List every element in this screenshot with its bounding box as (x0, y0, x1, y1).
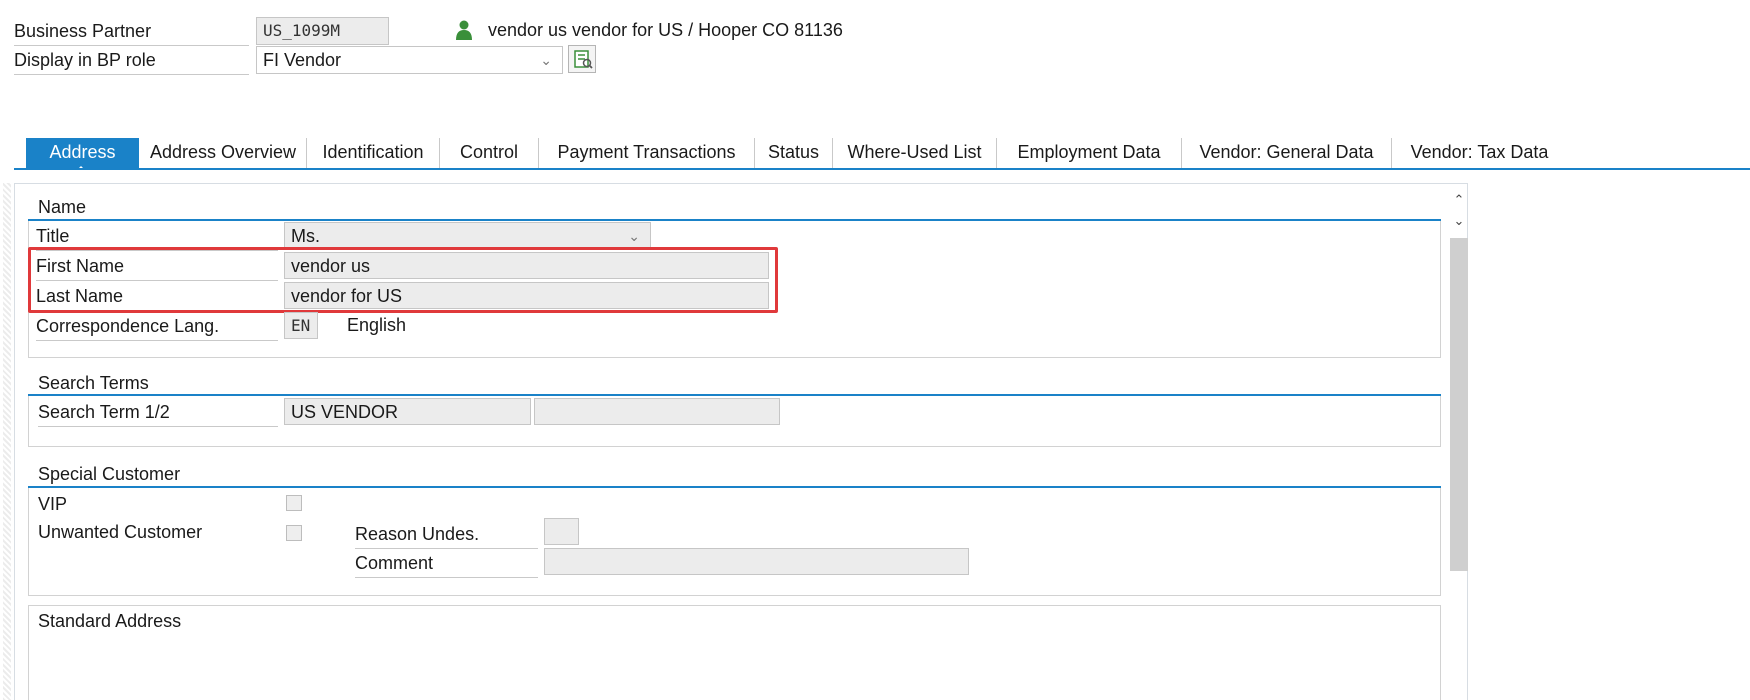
standard-address-section-frame (28, 605, 1441, 700)
scroll-down-icon[interactable]: ⌄ (1450, 213, 1468, 229)
tab-status[interactable]: Status (755, 138, 833, 168)
tab-address-overview[interactable]: Address Overview (140, 138, 307, 168)
vip-checkbox[interactable] (286, 495, 302, 511)
scroll-up-icon[interactable]: ⌃ (1450, 192, 1468, 208)
chevron-down-icon: ⌄ (628, 228, 640, 244)
highlight-box (28, 247, 778, 313)
person-icon (455, 20, 473, 40)
special-customer-section-title: Special Customer (38, 464, 181, 484)
chevron-down-icon: ⌄ (540, 52, 552, 68)
comment-field[interactable] (544, 548, 969, 575)
vip-label: VIP (38, 494, 68, 514)
tab-strip-underline (14, 168, 1750, 170)
switch-role-button[interactable] (568, 45, 596, 73)
left-dotted-edge (3, 183, 11, 700)
reason-undes-label: Reason Undes. (355, 520, 538, 549)
tab-employment-data[interactable]: Employment Data (997, 138, 1182, 168)
unwanted-customer-label: Unwanted Customer (38, 522, 203, 542)
special-customer-section-frame (28, 488, 1441, 596)
business-partner-description: vendor us vendor for US / Hooper CO 8113… (488, 20, 843, 40)
tab-address[interactable]: Address (26, 138, 139, 168)
search-term-2-field[interactable] (534, 398, 780, 425)
comment-label: Comment (355, 549, 538, 578)
unwanted-customer-checkbox[interactable] (286, 525, 302, 541)
search-terms-section-title: Search Terms (38, 373, 149, 393)
business-partner-label: Business Partner (14, 17, 249, 46)
vertical-scrollbar-thumb[interactable] (1450, 238, 1468, 571)
bp-role-dropdown[interactable]: FI Vendor ⌄ (256, 46, 563, 74)
title-dropdown[interactable]: Ms. ⌄ (284, 222, 651, 249)
search-term-label: Search Term 1/2 (38, 398, 278, 427)
title-value: Ms. (291, 226, 320, 246)
search-term-1-field[interactable]: US VENDOR (284, 398, 531, 425)
business-partner-field[interactable]: US_1099M (256, 17, 389, 45)
tab-control[interactable]: Control (440, 138, 539, 168)
switch-role-icon (573, 49, 593, 74)
correspondence-lang-field[interactable]: EN (284, 312, 318, 339)
bp-role-label: Display in BP role (14, 46, 249, 75)
tab-payment-transactions[interactable]: Payment Transactions (539, 138, 755, 168)
name-section-title: Name (38, 197, 87, 217)
tab-vendor-general-data[interactable]: Vendor: General Data (1182, 138, 1392, 168)
correspondence-lang-label: Correspondence Lang. (36, 312, 278, 341)
tab-vendor-tax-data[interactable]: Vendor: Tax Data (1392, 138, 1567, 168)
tab-identification[interactable]: Identification (307, 138, 440, 168)
tab-where-used-list[interactable]: Where-Used List (833, 138, 997, 168)
correspondence-lang-name: English (347, 315, 407, 335)
bp-role-value: FI Vendor (263, 50, 342, 70)
reason-undes-field[interactable] (544, 518, 579, 545)
